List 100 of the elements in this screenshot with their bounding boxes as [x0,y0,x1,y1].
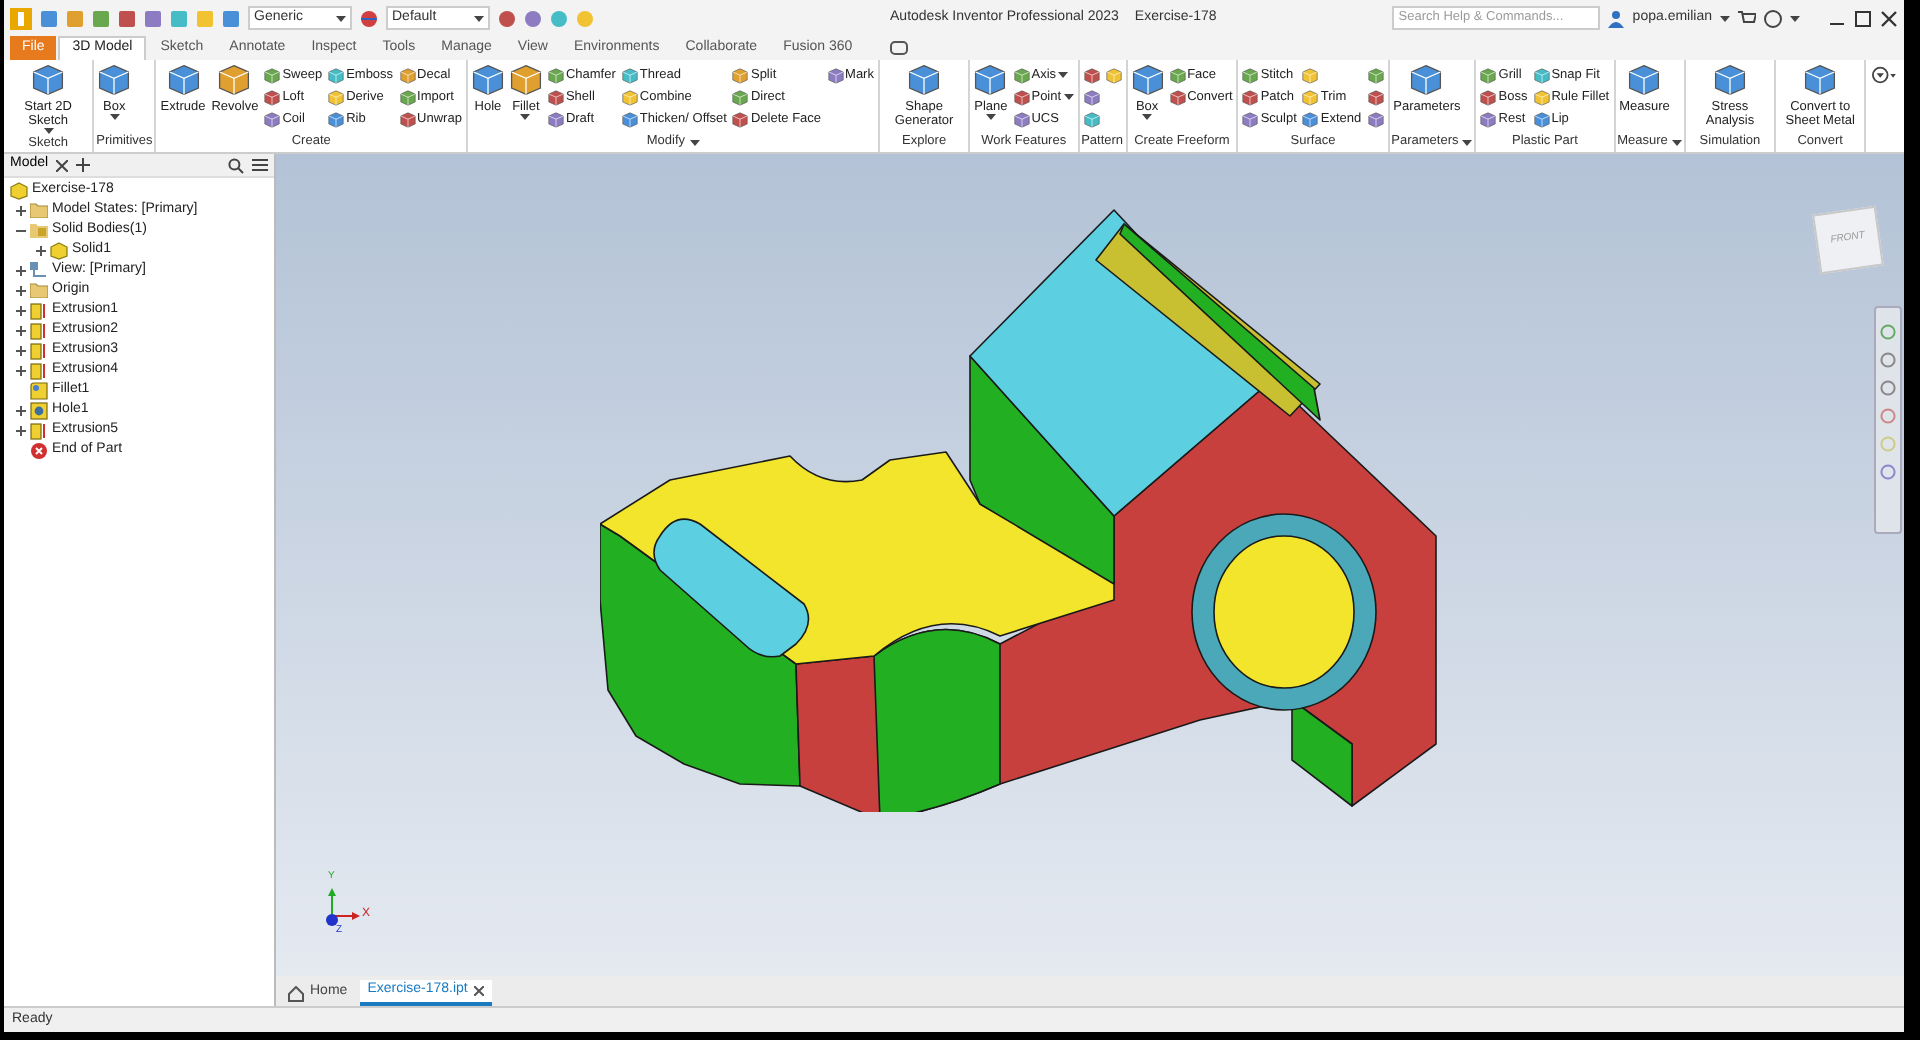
caret-icon [474,15,484,21]
plus-icon[interactable] [36,245,46,255]
cube-icon [1533,89,1550,105]
cube-icon [547,111,564,127]
home-icon [288,985,304,1001]
view-icon [30,262,48,278]
plus-icon[interactable] [16,425,26,435]
maximize-icon[interactable] [1854,9,1872,27]
cube-icon [1242,67,1259,83]
cube-icon [1302,67,1319,83]
cube-icon [732,89,749,105]
ribbon-icon-button[interactable] [1365,86,1386,108]
minus-icon[interactable] [16,225,26,235]
caret-icon [1720,15,1730,21]
extrusion-icon [30,321,48,339]
plus-icon[interactable] [16,265,26,275]
cube-icon [1533,111,1550,127]
plus-icon[interactable] [16,205,26,215]
folder-icon [30,282,48,298]
search-icon[interactable] [228,157,244,173]
axis-triad-drawing [322,884,362,928]
close-icon[interactable] [56,159,69,171]
cube-icon [732,67,749,83]
caret-icon [689,139,700,145]
cube-icon [399,111,416,127]
cube-icon [1480,111,1497,127]
folder-icon [30,202,48,218]
plus-icon[interactable] [16,345,26,355]
caret-icon [1462,139,1473,145]
plus-icon[interactable] [16,285,26,295]
cube-icon [1533,67,1550,83]
close-icon[interactable] [1880,9,1898,27]
cube-icon [328,67,345,83]
caret-icon [1058,72,1069,78]
caret-icon [985,114,996,120]
caret-icon [1142,114,1153,120]
hole-icon [30,401,48,419]
plus-icon[interactable] [16,305,26,315]
cube-icon [399,89,416,105]
ribbon-icon-button[interactable] [1081,108,1102,130]
cube-icon [1480,67,1497,83]
caret-icon [336,15,346,21]
cube-icon [1105,67,1122,83]
extrusion-icon [30,421,48,439]
caret-icon [520,114,531,120]
cube-icon [1169,89,1186,105]
cube-icon [547,89,564,105]
cube-icon [1242,111,1259,127]
overflow-icon[interactable] [1872,66,1898,84]
cube-icon [1367,67,1384,83]
cube-icon [1480,89,1497,105]
help-icon[interactable] [1764,9,1782,27]
cube-icon [264,111,281,127]
close-icon[interactable] [473,986,484,996]
ribbon-icon-button[interactable] [1365,108,1386,130]
add-icon[interactable] [76,158,91,172]
ribbon-icon-button[interactable] [1081,64,1102,86]
sphere-icon [360,9,378,27]
cube-icon [1083,67,1100,83]
extrusion-icon [30,301,48,319]
cube-icon [827,67,844,83]
cube-icon [621,89,638,105]
cube-icon [328,111,345,127]
fillet-icon [30,381,48,399]
cart-icon[interactable] [1738,9,1756,27]
caret-icon [43,128,54,134]
user-icon [1608,9,1625,27]
cube-icon [1013,89,1030,105]
cube-icon [1013,111,1030,127]
cube-icon [1367,89,1384,105]
ribbon-icon-button[interactable] [1365,64,1386,86]
ribbon-icon-button[interactable] [1103,64,1124,86]
ribbon-icon-button[interactable] [1081,86,1102,108]
plus-icon[interactable] [16,405,26,415]
menu-icon[interactable] [252,158,268,172]
cube-icon [621,111,638,127]
plus-icon[interactable] [16,325,26,335]
plus-icon[interactable] [16,365,26,375]
caret-icon [1790,15,1800,21]
caret-icon [1671,139,1682,145]
cube-icon [264,89,281,105]
caret-icon [109,114,120,120]
cube-icon [1302,89,1319,105]
cube-icon [1169,67,1186,83]
end-of-part-icon [30,441,48,459]
cube-icon [732,111,749,127]
cube-icon [399,67,416,83]
app-logo-icon [10,7,32,29]
cube-icon [264,67,281,83]
cube-icon [547,67,564,83]
cube-icon [1083,89,1100,105]
cube-icon [621,67,638,83]
bodies-icon [30,222,48,238]
cube-icon [1367,111,1384,127]
cube-icon [1242,89,1259,105]
cube-icon [50,241,68,259]
caret-icon [1063,94,1074,100]
extrusion-icon [30,361,48,379]
cube-icon [328,89,345,105]
cube-icon [1302,111,1319,127]
